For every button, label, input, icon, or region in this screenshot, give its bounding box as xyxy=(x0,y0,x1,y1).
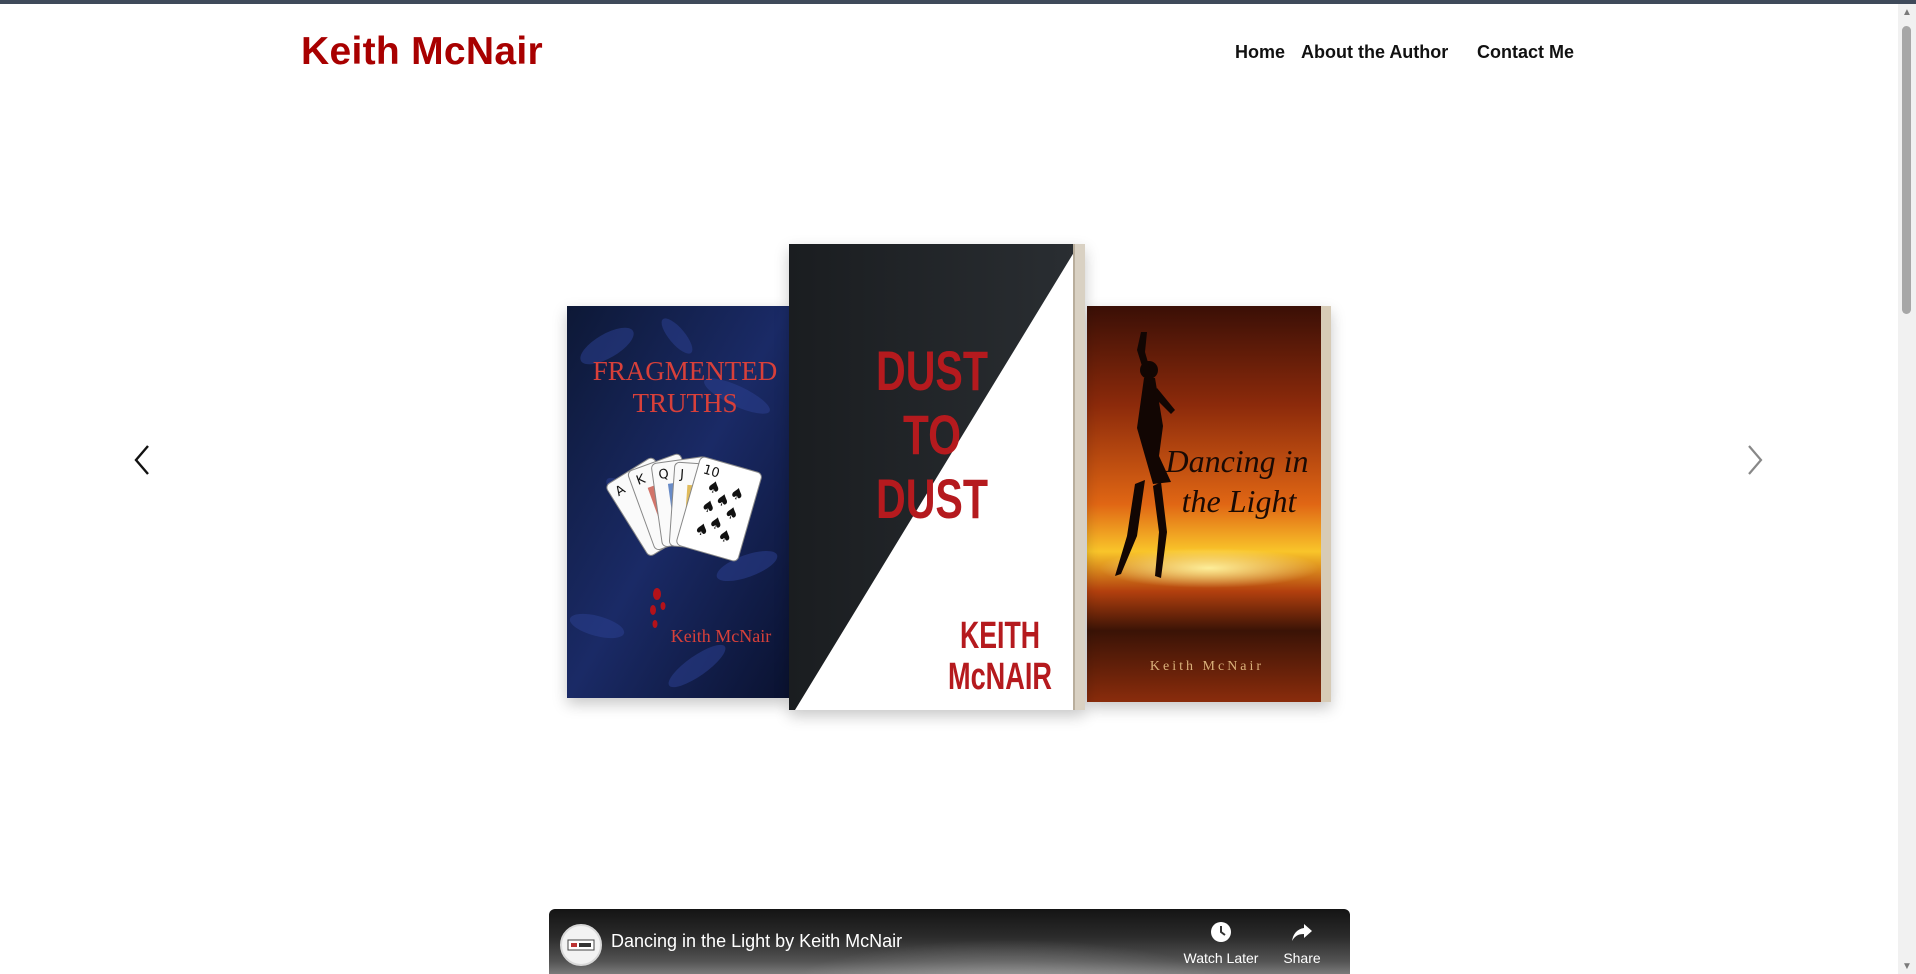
share-icon xyxy=(1292,924,1312,941)
channel-avatar[interactable] xyxy=(560,924,602,966)
page: Keith McNair Home About the Author Conta… xyxy=(0,4,1898,974)
carousel-next-button[interactable] xyxy=(1741,440,1769,480)
book-title-line2: TRUTHS xyxy=(632,388,737,418)
book-title-line2: the Light xyxy=(1182,483,1298,519)
book-author-line1: KEITH xyxy=(960,615,1040,657)
watch-later-label: Watch Later xyxy=(1183,950,1259,966)
scrollbar-thumb[interactable] xyxy=(1902,26,1911,314)
book-title-line1: Dancing in xyxy=(1164,443,1308,479)
nav-about-the-author[interactable]: About the Author xyxy=(1301,42,1448,63)
nav-contact-me[interactable]: Contact Me xyxy=(1477,42,1574,63)
vertical-scrollbar[interactable]: ▲ ▼ xyxy=(1898,4,1916,974)
share-label: Share xyxy=(1283,950,1321,966)
book-title-line1: FRAGMENTED xyxy=(593,356,778,386)
carousel-prev-button[interactable] xyxy=(128,440,156,480)
scroll-up-arrow-icon[interactable]: ▲ xyxy=(1898,4,1916,20)
site-title[interactable]: Keith McNair xyxy=(301,30,543,74)
scroll-down-arrow-icon[interactable]: ▼ xyxy=(1898,958,1916,974)
book-title-line3: DUST xyxy=(876,467,988,530)
book-title-line2: TO xyxy=(903,403,961,466)
book-cover-dust-to-dust[interactable]: DUST TO DUST KEITH McNAIR xyxy=(789,244,1085,710)
embedded-video-player[interactable]: Dancing in the Light by Keith McNair Wat… xyxy=(549,909,1350,974)
chevron-right-icon xyxy=(1748,445,1763,475)
share-button[interactable]: Share xyxy=(1262,921,1342,966)
book-author: Keith McNair xyxy=(671,626,771,646)
book-cover-fragmented-truths[interactable]: FRAGMENTED TRUTHS A K Q J 10 ♠ ♠ ♠ ♠ ♠ ♠… xyxy=(567,306,789,698)
clock-icon xyxy=(1211,922,1231,942)
book-author-line2: McNAIR xyxy=(948,656,1052,698)
watch-later-button[interactable]: Watch Later xyxy=(1181,921,1261,966)
nav-home[interactable]: Home xyxy=(1235,42,1285,63)
book-carousel-slide: FRAGMENTED TRUTHS A K Q J 10 ♠ ♠ ♠ ♠ ♠ ♠… xyxy=(567,238,1339,713)
book-title-line1: DUST xyxy=(876,339,988,402)
chevron-left-icon xyxy=(134,445,149,475)
svg-text:Q: Q xyxy=(658,467,670,483)
book-author: Keith McNair xyxy=(1150,659,1264,674)
video-title[interactable]: Dancing in the Light by Keith McNair xyxy=(611,931,902,952)
book-cover-dancing-in-the-light[interactable]: Dancing in the Light Keith McNair xyxy=(1087,306,1331,702)
